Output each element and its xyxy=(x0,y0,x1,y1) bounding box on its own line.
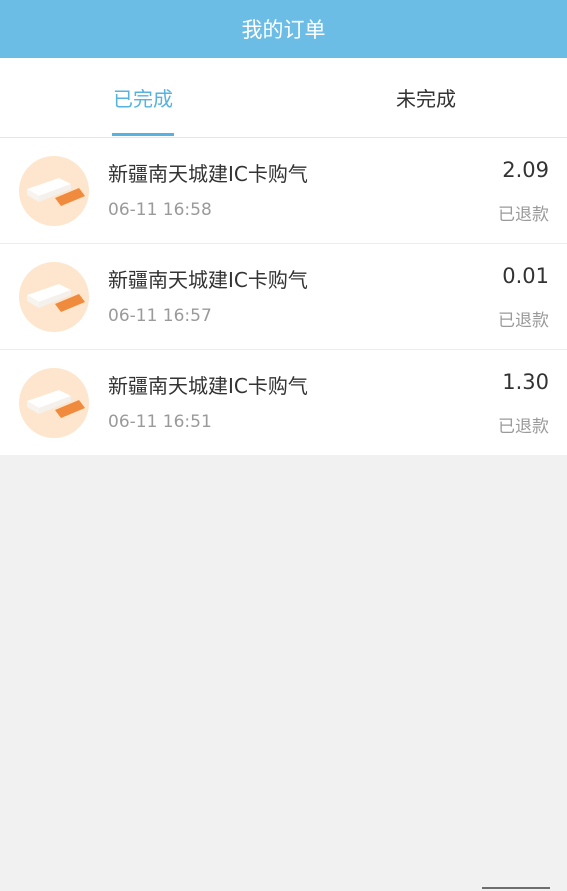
order-status: 已退款 xyxy=(498,205,549,225)
order-time: 06-11 16:58 xyxy=(108,200,212,220)
active-tab-indicator xyxy=(112,133,174,136)
order-status: 已退款 xyxy=(498,417,549,437)
order-list: 新疆南天城建IC卡购气 06-11 16:58 2.09 已退款 新疆南天城建I… xyxy=(0,138,567,455)
order-row[interactable]: 新疆南天城建IC卡购气 06-11 16:58 2.09 已退款 xyxy=(0,138,567,244)
gas-card-icon xyxy=(19,368,89,438)
gas-card-icon xyxy=(19,262,89,332)
order-time: 06-11 16:51 xyxy=(108,412,212,432)
home-indicator xyxy=(482,887,550,889)
tab-completed[interactable]: 已完成 xyxy=(53,58,233,137)
page-title: 我的订单 xyxy=(241,18,326,42)
order-title: 新疆南天城建IC卡购气 xyxy=(108,374,308,398)
tab-uncompleted[interactable]: 未完成 xyxy=(336,58,516,137)
order-status: 已退款 xyxy=(498,311,549,331)
order-title: 新疆南天城建IC卡购气 xyxy=(108,268,308,292)
order-tabs: 已完成 未完成 xyxy=(0,58,567,138)
order-row[interactable]: 新疆南天城建IC卡购气 06-11 16:51 1.30 已退款 xyxy=(0,350,567,455)
order-row[interactable]: 新疆南天城建IC卡购气 06-11 16:57 0.01 已退款 xyxy=(0,244,567,350)
gas-card-icon xyxy=(19,156,89,226)
order-amount: 1.30 xyxy=(502,370,549,394)
order-title: 新疆南天城建IC卡购气 xyxy=(108,162,308,186)
order-time: 06-11 16:57 xyxy=(108,306,212,326)
page-header: 我的订单 xyxy=(0,0,567,58)
order-amount: 2.09 xyxy=(502,158,549,182)
order-amount: 0.01 xyxy=(502,264,549,288)
